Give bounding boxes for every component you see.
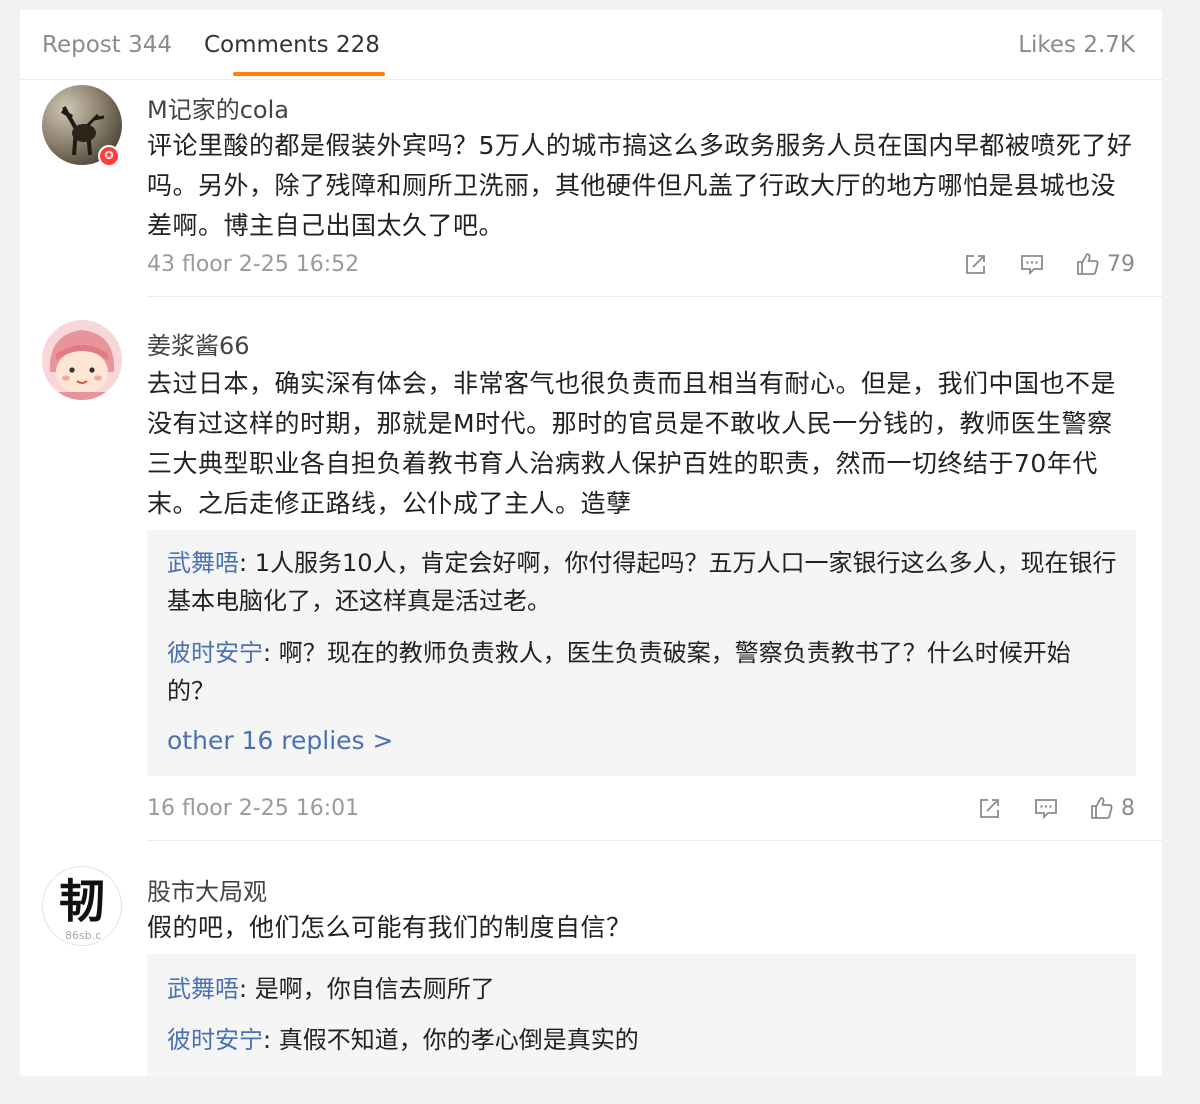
- page-bottom-strip: [0, 1076, 1200, 1104]
- comment-actions: 8: [977, 792, 1135, 824]
- reply-separator: :: [239, 549, 255, 577]
- comment-meta: 16 floor 2-25 16:01: [147, 796, 360, 821]
- comments-panel: Repost 344 Comments 228 Likes 2.7K ✪ M记家…: [20, 10, 1162, 1076]
- reply-text: 1人服务10人，肯定会好啊，你付得起吗？五万人口一家银行这么多人，现在银行基本电…: [167, 549, 1117, 615]
- avatar[interactable]: [42, 320, 122, 400]
- thumbs-up-icon: [1091, 797, 1113, 819]
- reply-item: 武舞唔: 1人服务10人，肯定会好啊，你付得起吗？五万人口一家银行这么多人，现在…: [167, 544, 1117, 620]
- comment-actions: 79: [963, 248, 1135, 280]
- reply-username[interactable]: 彼时安宁: [167, 1026, 263, 1054]
- like-count: 79: [1107, 251, 1135, 277]
- comment-divider: [147, 840, 1162, 841]
- reply-text: 是啊，你自信去厕所了: [254, 975, 495, 1003]
- reply-username[interactable]: 武舞唔: [167, 549, 239, 577]
- comment-icon[interactable]: [1033, 795, 1059, 821]
- reply-username[interactable]: 武舞唔: [167, 975, 239, 1003]
- tab-likes[interactable]: Likes 2.7K: [1018, 32, 1135, 58]
- reply-item: 彼时安宁: 啊？现在的教师负责救人，医生负责破案，警察负责教书了？什么时候开始的…: [167, 634, 1117, 710]
- comment-username[interactable]: M记家的cola: [147, 90, 289, 125]
- active-tab-indicator: [233, 72, 385, 76]
- replies-box: 武舞唔: 1人服务10人，肯定会好啊，你付得起吗？五万人口一家银行这么多人，现在…: [147, 530, 1136, 776]
- reply-text: 啊？现在的教师负责救人，医生负责破案，警察负责教书了？什么时候开始的？: [167, 639, 1071, 705]
- tab-repost[interactable]: Repost 344: [42, 32, 172, 58]
- repost-icon[interactable]: [963, 251, 989, 277]
- reply-item: 彼时安宁: 真假不知道，你的孝心倒是真实的: [167, 1021, 1117, 1059]
- reply-username[interactable]: 彼时安宁: [167, 639, 263, 667]
- reply-separator: :: [263, 639, 279, 667]
- comment-username[interactable]: 姜浆酱66: [147, 326, 250, 361]
- reply-separator: :: [263, 1026, 279, 1054]
- comment-meta: 43 floor 2-25 16:52: [147, 252, 360, 277]
- reply-text: 真假不知道，你的孝心倒是真实的: [278, 1026, 639, 1054]
- reply-separator: :: [239, 975, 255, 1003]
- comment-icon[interactable]: [1019, 251, 1045, 277]
- reply-item: 武舞唔: 是啊，你自信去厕所了: [167, 970, 1117, 1008]
- like-button[interactable]: 79: [1075, 251, 1135, 277]
- verified-badge-icon: ✪: [98, 145, 120, 167]
- avatar-watermark: 86sb.c: [65, 929, 102, 942]
- avatar[interactable]: 韧 86sb.c: [42, 866, 122, 946]
- avatar-image: [42, 320, 122, 400]
- tab-bar: Repost 344 Comments 228 Likes 2.7K: [20, 10, 1162, 80]
- tab-comments[interactable]: Comments 228: [204, 32, 380, 58]
- comment-text: 去过日本，确实深有体会，非常客气也很负责而且相当有耐心。但是，我们中国也不是没有…: [147, 369, 1117, 518]
- comment-divider: [147, 296, 1162, 297]
- comment-username[interactable]: 股市大局观: [147, 872, 267, 907]
- comment-text: 评论里酸的都是假装外宾吗？5万人的城市搞这么多政务服务人员在国内早都被喷死了好吗…: [147, 131, 1133, 240]
- replies-box: 武舞唔: 是啊，你自信去厕所了 彼时安宁: 真假不知道，你的孝心倒是真实的: [147, 954, 1136, 1076]
- repost-icon[interactable]: [977, 795, 1003, 821]
- like-count: 8: [1121, 795, 1135, 821]
- like-button[interactable]: 8: [1089, 795, 1135, 821]
- avatar-character: 韧: [59, 874, 105, 928]
- more-replies-link[interactable]: other 16 replies >: [167, 726, 393, 755]
- thumbs-up-icon: [1077, 253, 1099, 275]
- comment-text: 假的吧，他们怎么可能有我们的制度自信？: [147, 913, 632, 942]
